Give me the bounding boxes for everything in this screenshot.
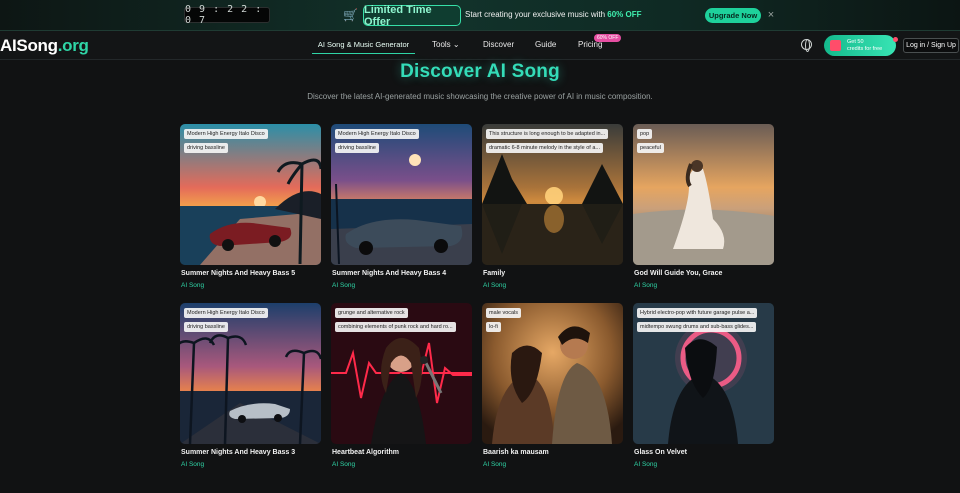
- promo-bar: 0 9 : 2 2 : 0 7 🛒 Limited Time Offer Sta…: [0, 0, 960, 31]
- countdown-timer: 0 9 : 2 2 : 0 7: [184, 4, 270, 26]
- song-cover-image[interactable]: [482, 303, 623, 444]
- song-category[interactable]: AI Song: [483, 461, 506, 468]
- genre-tag: dramatic 6-8 minute melody in the style …: [486, 143, 603, 153]
- credits-text: Get 50 credits for free: [847, 39, 882, 52]
- genre-tag: Modern High Energy Italo Disco: [335, 129, 419, 139]
- cart-icon: 🛒: [343, 8, 358, 22]
- limited-offer-badge: Limited Time Offer: [363, 4, 461, 28]
- song-category[interactable]: AI Song: [332, 282, 355, 289]
- login-signup-button[interactable]: Log in / Sign Up: [903, 38, 959, 53]
- song-category[interactable]: AI Song: [634, 461, 657, 468]
- globe-icon[interactable]: [801, 39, 812, 52]
- song-title[interactable]: Glass On Velvet: [634, 449, 687, 456]
- genre-tag: peaceful: [637, 143, 664, 153]
- genre-tag: lo-fi: [486, 322, 501, 332]
- song-category[interactable]: AI Song: [634, 282, 657, 289]
- genre-tag: midtempo swung drums and sub-bass glides…: [637, 322, 757, 332]
- notification-dot: [893, 37, 898, 42]
- page-title: Discover AI Song: [400, 61, 560, 82]
- song-title[interactable]: Family: [483, 270, 505, 277]
- genre-tag: Hybrid electro-pop with future garage pu…: [637, 308, 758, 318]
- song-category[interactable]: AI Song: [181, 282, 204, 289]
- song-category[interactable]: AI Song: [483, 282, 506, 289]
- gift-icon: [830, 40, 841, 51]
- genre-tag: male vocals: [486, 308, 522, 318]
- upgrade-now-button[interactable]: Upgrade Now: [705, 8, 761, 23]
- song-title[interactable]: Summer Nights And Heavy Bass 3: [181, 449, 295, 456]
- song-title[interactable]: Summer Nights And Heavy Bass 4: [332, 270, 446, 277]
- genre-tag: This structure is long enough to be adap…: [486, 129, 609, 139]
- genre-tag: combining elements of punk rock and hard…: [335, 322, 456, 332]
- genre-tag: grunge and alternative rock: [335, 308, 408, 318]
- logo-suffix: .org: [57, 36, 89, 55]
- genre-tag: driving bassline: [184, 143, 228, 153]
- free-credits-button[interactable]: Get 50 credits for free: [824, 35, 896, 56]
- pricing-discount-badge: 60% OFF: [594, 34, 622, 42]
- credits-line2: credits for free: [847, 45, 883, 52]
- song-category[interactable]: AI Song: [181, 461, 204, 468]
- genre-tag: driving bassline: [335, 143, 379, 153]
- promo-discount: 60% OFF: [607, 10, 642, 19]
- logo-text: AISong: [0, 36, 58, 55]
- genre-tag: pop: [637, 129, 653, 139]
- promo-message: Start creating your exclusive music with: [465, 10, 608, 19]
- top-nav: AISong.org AI Song & Music Generator Too…: [0, 31, 960, 60]
- site-logo[interactable]: AISong.org: [0, 36, 89, 56]
- nav-guide[interactable]: Guide: [535, 40, 556, 49]
- close-icon[interactable]: ×: [765, 8, 777, 22]
- genre-tag: Modern High Energy Italo Disco: [184, 308, 268, 318]
- nav-tools[interactable]: Tools ⌄: [432, 40, 460, 49]
- song-title[interactable]: God Will Guide You, Grace: [634, 270, 722, 277]
- song-title[interactable]: Heartbeat Algorithm: [332, 449, 399, 456]
- nav-ai-song-generator[interactable]: AI Song & Music Generator: [312, 35, 415, 54]
- genre-tag: driving bassline: [184, 322, 228, 332]
- promo-text: Start creating your exclusive music with…: [465, 10, 642, 19]
- song-title[interactable]: Summer Nights And Heavy Bass 5: [181, 270, 295, 277]
- genre-tag: Modern High Energy Italo Disco: [184, 129, 268, 139]
- song-title[interactable]: Baarish ka mausam: [483, 449, 549, 456]
- song-category[interactable]: AI Song: [332, 461, 355, 468]
- nav-discover[interactable]: Discover: [483, 40, 514, 49]
- page-subtitle: Discover the latest AI-generated music s…: [307, 92, 653, 101]
